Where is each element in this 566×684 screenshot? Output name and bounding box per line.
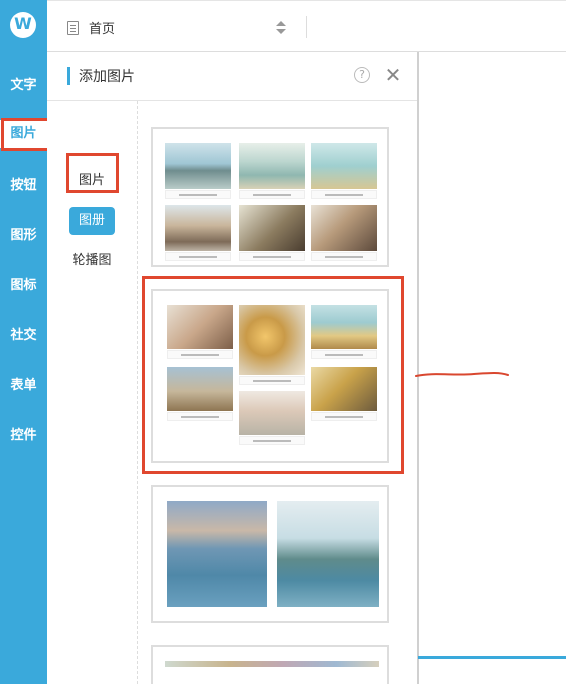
thumb-photo (311, 305, 377, 349)
photo-caption (311, 252, 377, 261)
subnav-item-image[interactable]: 图片 (67, 167, 117, 195)
thumb-photo (167, 367, 233, 411)
thumb-photo (311, 143, 377, 189)
photo-caption (239, 190, 305, 199)
thumb-photo (239, 305, 305, 375)
page-select[interactable]: 首页 (89, 18, 115, 37)
photo-caption (239, 436, 305, 445)
photo-caption (239, 376, 305, 385)
photo-caption (167, 350, 233, 359)
sidebar-item-form[interactable]: 表单 (0, 372, 47, 400)
sidebar-item-shape[interactable]: 图形 (0, 222, 47, 250)
brand-w-logo[interactable]: W (10, 12, 36, 38)
thumb-photo (277, 501, 379, 607)
thumb-photo (165, 205, 231, 251)
photo-caption (311, 412, 377, 421)
subnav-item-album[interactable]: 图册 (69, 207, 115, 235)
sidebar-item-image[interactable]: 图片 (0, 120, 47, 148)
photo-caption (239, 252, 305, 261)
panel-subnav: 图片 图册 轮播图 (47, 101, 138, 684)
subnav-item-carousel[interactable]: 轮播图 (63, 247, 121, 275)
thumb-photo (311, 205, 377, 251)
thumb-photo (239, 391, 305, 435)
thumb-photo (165, 143, 231, 189)
thumb-photo (167, 305, 233, 349)
add-image-panel: 添加图片 ? ✕ 图片 图册 轮播图 (47, 52, 418, 684)
photo-caption (311, 350, 377, 359)
photo-caption (311, 190, 377, 199)
panel-title: 添加图片 (79, 69, 135, 85)
left-sidebar: W 文字 图片 按钮 图形 图标 社交 表单 控件 (0, 0, 47, 684)
photo-caption (165, 190, 231, 199)
photo-caption (165, 252, 231, 261)
thumb-photo (239, 205, 305, 251)
canvas-edge-line (418, 656, 566, 659)
thumb-photo (167, 501, 267, 607)
header-accent-bar (67, 67, 70, 85)
photo-caption (167, 412, 233, 421)
album-template-strip[interactable] (151, 645, 389, 684)
sidebar-item-control[interactable]: 控件 (0, 422, 47, 450)
sidebar-item-button[interactable]: 按钮 (0, 172, 47, 200)
top-bar: 首页 (47, 0, 566, 52)
sidebar-item-text[interactable]: 文字 (0, 72, 47, 100)
album-template-grid6[interactable] (151, 127, 389, 267)
page-icon (67, 21, 79, 35)
sidebar-item-social[interactable]: 社交 (0, 322, 47, 350)
template-list (137, 101, 416, 684)
album-template-two-photos[interactable] (151, 485, 389, 623)
help-icon[interactable]: ? (354, 67, 370, 83)
album-template-staggered[interactable] (151, 289, 389, 463)
close-icon[interactable]: ✕ (383, 64, 403, 86)
toolbar-divider (306, 16, 307, 38)
annotation-scribble-line (415, 372, 509, 377)
sort-updown-icon[interactable] (276, 21, 286, 35)
sidebar-item-icon[interactable]: 图标 (0, 272, 47, 300)
thumb-photo (311, 367, 377, 411)
logo-letter: W (14, 14, 32, 33)
panel-header: 添加图片 ? ✕ (47, 52, 417, 101)
thumb-photo (239, 143, 305, 189)
thumb-photo (165, 661, 379, 667)
